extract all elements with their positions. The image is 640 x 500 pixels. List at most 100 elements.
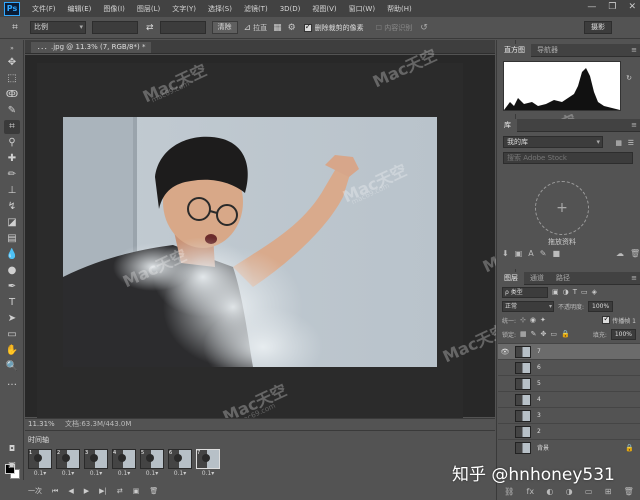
filter-type-icon[interactable]: T (573, 288, 577, 296)
tab-library[interactable]: 库 (498, 118, 517, 132)
layer-row[interactable]: 3 (498, 407, 640, 423)
library-select[interactable]: 我的库 (503, 136, 603, 148)
unify-visibility-icon[interactable]: ◉ (530, 316, 536, 324)
dodge-tool-icon[interactable]: ● (4, 264, 20, 278)
timeline-frame[interactable]: 5 0.1▾ (140, 449, 164, 479)
library-delete-icon[interactable]: 🗑 (630, 249, 640, 258)
add-mask-icon[interactable]: ◐ (546, 487, 553, 496)
tab-paths[interactable]: 路径 (550, 272, 576, 285)
delete-cropped-checkbox[interactable]: 删除裁剪的像素 (303, 22, 364, 33)
gradient-tool-icon[interactable]: ▤ (4, 232, 20, 246)
zoom-level[interactable]: 11.31% (25, 420, 65, 428)
restore-icon[interactable]: ❐ (608, 2, 616, 12)
tween-icon[interactable]: ⇄ (117, 487, 123, 495)
document-tab[interactable]: ．．．.jpg @ 11.3% (7, RGB/8*) * (31, 42, 152, 53)
play-icon[interactable]: ▶ (84, 487, 89, 495)
link-layers-icon[interactable]: ⛓ (504, 487, 514, 496)
ratio-height-field[interactable] (159, 21, 206, 34)
visibility-eye-icon[interactable]: 👁 (498, 348, 512, 356)
fill-value[interactable]: 100% (610, 328, 636, 340)
type-tool-icon[interactable]: T (4, 296, 20, 310)
library-text-icon[interactable]: A (528, 249, 533, 258)
eraser-tool-icon[interactable]: ◪ (4, 216, 20, 230)
document-photo[interactable] (63, 117, 437, 367)
menu-image[interactable]: 图像(I) (97, 4, 131, 14)
workspace-select[interactable]: 摄影 (584, 21, 612, 34)
menu-file[interactable]: 文件(F) (26, 4, 62, 14)
panel-menu-icon[interactable]: ≡ (631, 121, 637, 129)
prev-frame-icon[interactable]: ◀ (68, 487, 73, 495)
frame-delay[interactable]: 0.1▾ (28, 470, 52, 477)
menu-3d[interactable]: 3D(D) (274, 5, 307, 13)
unify-style-icon[interactable]: ✦ (540, 316, 546, 324)
library-add-icon[interactable]: ⬇ (502, 249, 509, 258)
history-brush-tool-icon[interactable]: ↯ (4, 200, 20, 214)
panel-menu-icon[interactable]: ≡ (631, 274, 637, 282)
reset-icon[interactable]: ↺ (420, 23, 428, 33)
crop-tool-icon[interactable]: ⌗ (4, 120, 20, 134)
zoom-tool-icon[interactable]: 🔍 (4, 360, 20, 374)
rectangle-tool-icon[interactable]: ▭ (4, 328, 20, 342)
document-size[interactable]: 文档:63.3M/443.0M (65, 419, 131, 429)
histogram-refresh-icon[interactable]: ↻ (626, 74, 632, 82)
ratio-select[interactable]: 比例 (30, 21, 86, 34)
new-layer-icon[interactable]: ⊞ (605, 487, 612, 496)
layer-row[interactable]: 2 (498, 423, 640, 439)
menu-help[interactable]: 帮助(H) (381, 4, 418, 14)
straighten-icon[interactable]: ⊿ (244, 23, 252, 33)
quick-mask-icon[interactable]: ◘ (4, 442, 20, 456)
lock-transparent-icon[interactable]: ▦ (520, 330, 527, 338)
delete-layer-icon[interactable]: 🗑 (624, 487, 634, 496)
propagate-frame-checkbox[interactable]: 传播帧 1 (602, 314, 636, 325)
library-drop-zone[interactable]: + (535, 181, 589, 235)
crop-tool-preset-icon[interactable]: ⌗ (4, 19, 26, 37)
lock-all-icon[interactable]: 🔒 (561, 330, 570, 338)
menu-layer[interactable]: 图层(L) (131, 4, 166, 14)
eyedropper-tool-icon[interactable]: ⚲ (4, 136, 20, 150)
panel-menu-icon[interactable]: ≡ (631, 46, 637, 54)
list-view-icon[interactable]: ☰ (628, 139, 634, 147)
timeline-frame[interactable]: 6 0.1▾ (168, 449, 192, 479)
menu-view[interactable]: 视图(V) (306, 4, 342, 14)
filter-shape-icon[interactable]: ▭ (581, 288, 588, 296)
brush-tool-icon[interactable]: ✏ (4, 168, 20, 182)
menu-edit[interactable]: 编辑(E) (62, 4, 98, 14)
hand-tool-icon[interactable]: ✋ (4, 344, 20, 358)
filter-smart-icon[interactable]: ◈ (592, 288, 597, 296)
layer-row[interactable]: 背景 🔒 (498, 439, 640, 455)
layer-row[interactable]: 6 (498, 359, 640, 375)
library-search-input[interactable]: 搜索 Adobe Stock (503, 152, 633, 164)
settings-gear-icon[interactable]: ⚙ (288, 23, 296, 33)
tab-histogram[interactable]: 直方图 (498, 43, 531, 57)
timeline-frame-selected[interactable]: 7 0.1▾ (196, 449, 220, 479)
layer-row[interactable]: 4 (498, 391, 640, 407)
lock-pixels-icon[interactable]: ✎ (531, 330, 537, 338)
timeline-tab[interactable]: 时间轴 (28, 435, 49, 445)
close-icon[interactable]: ✕ (628, 2, 636, 12)
loop-select[interactable]: 一次 (28, 486, 42, 496)
toolbar-collapse-icon[interactable]: » (4, 42, 20, 56)
fx-icon[interactable]: fx (527, 487, 535, 496)
frame-delay[interactable]: 0.1▾ (140, 470, 164, 477)
first-frame-icon[interactable]: ⏮ (52, 487, 58, 496)
swap-icon[interactable]: ⇄ (146, 23, 154, 33)
move-tool-icon[interactable]: ✥ (4, 56, 20, 70)
more-tools-icon[interactable]: … (4, 376, 20, 390)
duplicate-frame-icon[interactable]: ▣ (133, 487, 140, 495)
library-cloud-icon[interactable]: ☁ (616, 249, 624, 258)
frame-delay[interactable]: 0.1▾ (56, 470, 80, 477)
path-selection-tool-icon[interactable]: ➤ (4, 312, 20, 326)
frame-delay[interactable]: 0.1▾ (196, 470, 220, 477)
grid-view-icon[interactable]: ▦ (615, 139, 622, 147)
quick-select-tool-icon[interactable]: ✎ (4, 104, 20, 118)
screen-mode-icon[interactable]: ▣ (4, 458, 20, 472)
blur-tool-icon[interactable]: 💧 (4, 248, 20, 262)
filter-adjustment-icon[interactable]: ◑ (563, 288, 569, 296)
lasso-tool-icon[interactable]: ↂ (4, 88, 20, 102)
timeline-frame[interactable]: 1 0.1▾ (28, 449, 52, 479)
frame-delay[interactable]: 0.1▾ (168, 470, 192, 477)
lock-artboard-icon[interactable]: ▭ (550, 330, 557, 338)
library-swatch-icon[interactable]: ■ (552, 249, 560, 258)
menu-type[interactable]: 文字(Y) (166, 4, 202, 14)
adjustment-layer-icon[interactable]: ◑ (566, 487, 573, 496)
